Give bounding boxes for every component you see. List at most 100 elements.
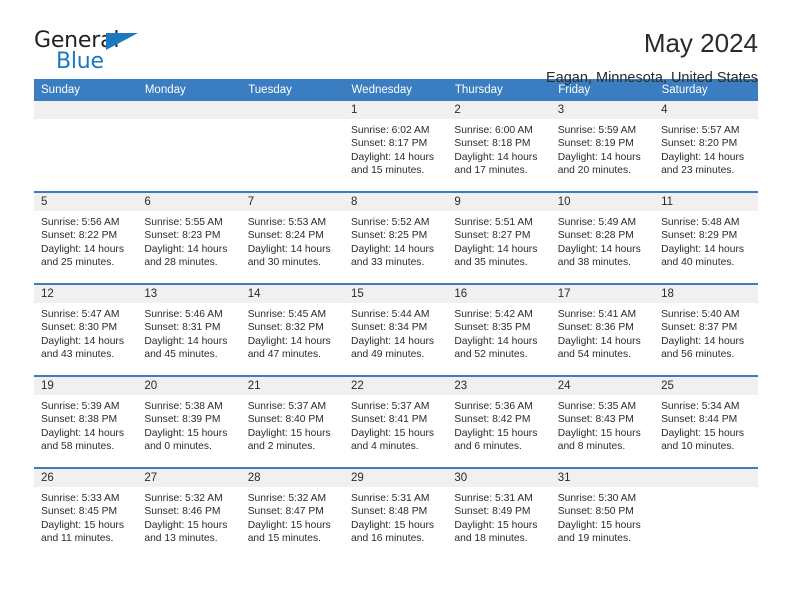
daylight-text: Daylight: 14 hours and 33 minutes.	[351, 243, 435, 269]
calendar-day-cell[interactable]: 18 Sunrise: 5:40 AM Sunset: 8:37 PM Dayligh…	[654, 283, 758, 376]
daylight-text: Daylight: 15 hours and 6 minutes.	[454, 427, 538, 453]
daylight-text: Daylight: 14 hours and 47 minutes.	[247, 335, 331, 361]
day-number: 29	[344, 469, 448, 487]
day-number: 17	[550, 285, 655, 303]
calendar-day-cell[interactable]: 21 Sunrise: 5:37 AM Sunset: 8:40 PM Dayligh…	[240, 375, 345, 468]
calendar-day-cell[interactable]: 5 Sunrise: 5:56 AM Sunset: 8:22 PM Daylight…	[34, 191, 138, 284]
sunrise-text: Sunrise: 5:42 AM	[454, 309, 533, 320]
calendar-day-cell[interactable]: 4 Sunrise: 5:57 AM Sunset: 8:20 PM Daylight…	[654, 101, 758, 192]
calendar-day-cell[interactable]: 27 Sunrise: 5:32 AM Sunset: 8:46 PM Dayligh…	[137, 467, 241, 559]
daylight-text: Daylight: 14 hours and 49 minutes.	[351, 335, 435, 361]
calendar-day-cell[interactable]: 28 Sunrise: 5:32 AM Sunset: 8:47 PM Dayligh…	[240, 467, 345, 559]
day-number: 30	[447, 469, 551, 487]
sunset-text: Sunset: 8:41 PM	[351, 414, 428, 426]
calendar-day-cell[interactable]: 2 Sunrise: 6:00 AM Sunset: 8:18 PM Daylight…	[447, 101, 551, 192]
sunrise-text: Sunrise: 5:49 AM	[557, 217, 637, 228]
sunrise-text: Sunrise: 5:30 AM	[557, 493, 637, 504]
day-number: 12	[34, 285, 138, 303]
calendar-day-cell[interactable]: 3 Sunrise: 5:59 AM Sunset: 8:19 PM Daylight…	[550, 101, 655, 192]
calendar-day-cell[interactable]: 17 Sunrise: 5:41 AM Sunset: 8:36 PM Dayligh…	[550, 283, 655, 376]
day-number: 28	[240, 469, 345, 487]
calendar-day-cell[interactable]: 29 Sunrise: 5:31 AM Sunset: 8:48 PM Dayligh…	[344, 467, 448, 559]
day-number	[137, 101, 241, 119]
day-details: Sunrise: 5:47 AM Sunset: 8:30 PM Daylight:…	[34, 303, 137, 362]
day-number: 9	[447, 193, 551, 211]
sunrise-text: Sunrise: 5:37 AM	[351, 401, 430, 412]
day-number: 22	[344, 377, 448, 395]
day-number: 4	[654, 101, 758, 119]
calendar-day-cell[interactable]: 13 Sunrise: 5:46 AM Sunset: 8:31 PM Dayligh…	[137, 283, 241, 376]
day-number	[34, 101, 138, 119]
calendar-day-cell[interactable]: 19 Sunrise: 5:39 AM Sunset: 8:38 PM Dayligh…	[34, 375, 138, 468]
daylight-text: Daylight: 15 hours and 18 minutes.	[454, 519, 538, 545]
sunset-text: Sunset: 8:34 PM	[351, 322, 428, 334]
sunrise-text: Sunrise: 6:02 AM	[351, 125, 430, 136]
daylight-text: Daylight: 14 hours and 43 minutes.	[41, 335, 124, 361]
day-details: Sunrise: 5:55 AM Sunset: 8:23 PM Daylight:…	[137, 211, 240, 270]
calendar-day-cell-empty	[34, 101, 138, 192]
calendar-day-cell[interactable]: 20 Sunrise: 5:38 AM Sunset: 8:39 PM Dayligh…	[137, 375, 241, 468]
calendar-day-cell[interactable]: 23 Sunrise: 5:36 AM Sunset: 8:42 PM Dayligh…	[447, 375, 551, 468]
day-number: 27	[137, 469, 241, 487]
sunset-text: Sunset: 8:17 PM	[351, 138, 428, 150]
calendar-day-cell[interactable]: 24 Sunrise: 5:35 AM Sunset: 8:43 PM Dayligh…	[550, 375, 655, 468]
daylight-text: Daylight: 14 hours and 20 minutes.	[557, 151, 641, 177]
calendar-day-cell[interactable]: 26 Sunrise: 5:33 AM Sunset: 8:45 PM Dayligh…	[34, 467, 138, 559]
sunset-text: Sunset: 8:28 PM	[557, 230, 634, 242]
sunrise-sunset-calendar: Sunday Monday Tuesday Wednesday Thursday Frid…	[34, 79, 759, 559]
calendar-day-cell[interactable]: 8 Sunrise: 5:52 AM Sunset: 8:25 PM Daylight…	[344, 191, 448, 284]
calendar-day-cell[interactable]: 14 Sunrise: 5:45 AM Sunset: 8:32 PM Dayligh…	[240, 283, 345, 376]
calendar-day-cell[interactable]: 15 Sunrise: 5:44 AM Sunset: 8:34 PM Dayligh…	[344, 283, 448, 376]
general-blue-logo: General Blue	[34, 28, 154, 80]
sunrise-text: Sunrise: 5:34 AM	[661, 401, 740, 412]
page-title: May 2024	[643, 28, 758, 58]
day-details: Sunrise: 6:02 AM Sunset: 8:17 PM Daylight:…	[344, 119, 447, 178]
calendar-day-cell[interactable]: 9 Sunrise: 5:51 AM Sunset: 8:27 PM Daylight…	[447, 191, 551, 284]
day-details: Sunrise: 5:30 AM Sunset: 8:50 PM Daylight:…	[551, 487, 654, 546]
calendar-day-cell-empty	[137, 101, 241, 192]
daylight-text: Daylight: 15 hours and 16 minutes.	[351, 519, 435, 545]
day-details: Sunrise: 5:32 AM Sunset: 8:46 PM Daylight:…	[137, 487, 240, 546]
calendar-day-cell[interactable]: 10 Sunrise: 5:49 AM Sunset: 8:28 PM Dayligh…	[550, 191, 655, 284]
calendar-day-cell[interactable]: 7 Sunrise: 5:53 AM Sunset: 8:24 PM Daylight…	[240, 191, 345, 284]
calendar-day-cell[interactable]: 22 Sunrise: 5:37 AM Sunset: 8:41 PM Dayligh…	[344, 375, 448, 468]
day-details: Sunrise: 5:40 AM Sunset: 8:37 PM Daylight:…	[654, 303, 757, 362]
calendar-day-cell[interactable]: 31 Sunrise: 5:30 AM Sunset: 8:50 PM Dayligh…	[550, 467, 655, 559]
day-details: Sunrise: 5:41 AM Sunset: 8:36 PM Daylight:…	[551, 303, 654, 362]
sunrise-text: Sunrise: 5:56 AM	[41, 217, 120, 228]
sunrise-text: Sunrise: 5:38 AM	[144, 401, 223, 412]
calendar-page: General Blue May 2024 Eagan, Minnesota, …	[0, 0, 792, 612]
day-details: Sunrise: 5:53 AM Sunset: 8:24 PM Daylight:…	[241, 211, 344, 270]
calendar-day-cell[interactable]: 1 Sunrise: 6:02 AM Sunset: 8:17 PM Daylight…	[344, 101, 448, 192]
page-header: General Blue May 2024 Eagan, Minnesota, …	[34, 0, 758, 86]
sunrise-text: Sunrise: 5:35 AM	[557, 401, 637, 412]
logo-triangle-icon	[106, 33, 138, 50]
calendar-day-cell[interactable]: 11 Sunrise: 5:48 AM Sunset: 8:29 PM Dayligh…	[654, 191, 758, 284]
calendar-day-cell[interactable]: 16 Sunrise: 5:42 AM Sunset: 8:35 PM Dayligh…	[447, 283, 551, 376]
sunrise-text: Sunrise: 5:41 AM	[557, 309, 637, 320]
day-number: 3	[550, 101, 655, 119]
day-details: Sunrise: 5:42 AM Sunset: 8:35 PM Daylight:…	[447, 303, 550, 362]
sunrise-text: Sunrise: 5:44 AM	[351, 309, 430, 320]
day-details: Sunrise: 5:33 AM Sunset: 8:45 PM Daylight:…	[34, 487, 137, 546]
day-number: 5	[34, 193, 138, 211]
calendar-day-cell[interactable]: 30 Sunrise: 5:31 AM Sunset: 8:49 PM Dayligh…	[447, 467, 551, 559]
daylight-text: Daylight: 14 hours and 40 minutes.	[661, 243, 745, 269]
sunset-text: Sunset: 8:32 PM	[247, 322, 324, 334]
sunset-text: Sunset: 8:18 PM	[454, 138, 531, 150]
calendar-day-cell[interactable]: 6 Sunrise: 5:55 AM Sunset: 8:23 PM Daylight…	[137, 191, 241, 284]
sunset-text: Sunset: 8:39 PM	[144, 414, 221, 426]
daylight-text: Daylight: 14 hours and 25 minutes.	[41, 243, 124, 269]
sunrise-text: Sunrise: 6:00 AM	[454, 125, 533, 136]
sunset-text: Sunset: 8:25 PM	[351, 230, 428, 242]
calendar-day-cell[interactable]: 12 Sunrise: 5:47 AM Sunset: 8:30 PM Dayligh…	[34, 283, 138, 376]
daylight-text: Daylight: 15 hours and 0 minutes.	[144, 427, 228, 453]
day-number: 18	[654, 285, 758, 303]
day-number	[654, 469, 758, 487]
day-number	[240, 101, 345, 119]
day-number: 13	[137, 285, 241, 303]
day-details: Sunrise: 5:57 AM Sunset: 8:20 PM Daylight:…	[654, 119, 757, 178]
calendar-day-cell[interactable]: 25 Sunrise: 5:34 AM Sunset: 8:44 PM Dayligh…	[654, 375, 758, 468]
day-number: 15	[344, 285, 448, 303]
day-details: Sunrise: 5:49 AM Sunset: 8:28 PM Daylight:…	[551, 211, 654, 270]
